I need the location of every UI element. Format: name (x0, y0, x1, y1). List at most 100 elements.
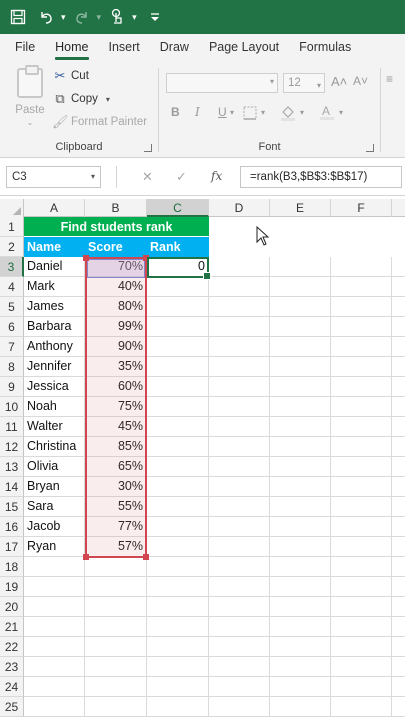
row-header-19[interactable]: 19 (0, 577, 24, 597)
fill-color-dropdown-icon[interactable]: ▾ (300, 108, 304, 117)
student-score-cell[interactable]: 75% (85, 397, 147, 417)
underline-dropdown-icon[interactable]: ▾ (230, 108, 234, 117)
column-header-e[interactable]: E (270, 199, 331, 217)
empty-cell[interactable] (331, 477, 392, 497)
empty-cell[interactable] (331, 677, 392, 697)
student-score-cell[interactable]: 60% (85, 377, 147, 397)
empty-cell[interactable] (24, 697, 85, 717)
student-name-cell[interactable]: Ryan (24, 537, 85, 557)
student-name-cell[interactable]: Mark (24, 277, 85, 297)
empty-cell[interactable] (392, 697, 405, 717)
row-header-21[interactable]: 21 (0, 617, 24, 637)
empty-cell[interactable] (331, 497, 392, 517)
empty-cell[interactable] (392, 417, 405, 437)
empty-cell[interactable] (331, 397, 392, 417)
empty-cell[interactable] (209, 297, 270, 317)
empty-cell[interactable] (209, 477, 270, 497)
empty-cell[interactable] (331, 317, 392, 337)
row-header-20[interactable]: 20 (0, 597, 24, 617)
empty-cell[interactable] (85, 597, 147, 617)
empty-cell[interactable] (392, 537, 405, 557)
empty-cell[interactable] (270, 457, 331, 477)
student-name-cell[interactable]: Daniel (24, 257, 85, 277)
row-header-10[interactable]: 10 (0, 397, 24, 417)
student-name-cell[interactable]: Jessica (24, 377, 85, 397)
student-rank-cell[interactable] (147, 277, 209, 297)
student-score-cell[interactable]: 30% (85, 477, 147, 497)
student-score-cell[interactable]: 99% (85, 317, 147, 337)
empty-cell[interactable] (209, 537, 270, 557)
student-rank-cell[interactable] (147, 417, 209, 437)
row-header-15[interactable]: 15 (0, 497, 24, 517)
row-header-12[interactable]: 12 (0, 437, 24, 457)
empty-cell[interactable] (392, 617, 405, 637)
empty-cell[interactable] (270, 297, 331, 317)
borders-button[interactable] (243, 106, 258, 123)
empty-cell[interactable] (270, 617, 331, 637)
student-rank-cell[interactable] (147, 297, 209, 317)
empty-cell[interactable] (209, 377, 270, 397)
alignment-icon[interactable]: ≡ (386, 72, 393, 86)
empty-cell[interactable] (270, 697, 331, 717)
student-score-cell[interactable]: 85% (85, 437, 147, 457)
font-color-button[interactable]: A (319, 104, 335, 124)
empty-cell[interactable] (392, 637, 405, 657)
empty-cell[interactable] (147, 697, 209, 717)
student-rank-cell[interactable] (147, 497, 209, 517)
empty-cell[interactable] (147, 637, 209, 657)
student-score-cell[interactable]: 55% (85, 497, 147, 517)
row-header-22[interactable]: 22 (0, 637, 24, 657)
student-name-cell[interactable]: Jennifer (24, 357, 85, 377)
student-name-cell[interactable]: Noah (24, 397, 85, 417)
row-header-1[interactable]: 1 (0, 217, 24, 237)
customize-icon[interactable] (149, 5, 161, 29)
student-score-cell[interactable]: 80% (85, 297, 147, 317)
empty-cell[interactable] (331, 577, 392, 597)
grow-font-button[interactable]: A˄ (331, 74, 347, 89)
empty-cell[interactable] (209, 437, 270, 457)
student-score-cell[interactable]: 70% (85, 257, 147, 277)
empty-cell[interactable] (270, 257, 331, 277)
student-rank-cell[interactable] (147, 437, 209, 457)
student-name-cell[interactable]: Jacob (24, 517, 85, 537)
tab-draw[interactable]: Draw (150, 34, 199, 62)
empty-cell[interactable] (85, 557, 147, 577)
empty-cell[interactable] (331, 557, 392, 577)
touch-mode-icon[interactable] (109, 5, 125, 29)
empty-cell[interactable] (392, 277, 405, 297)
empty-cell[interactable] (209, 497, 270, 517)
student-score-cell[interactable]: 77% (85, 517, 147, 537)
empty-cell[interactable] (209, 557, 270, 577)
empty-cell[interactable] (270, 677, 331, 697)
copy-button[interactable]: ⧉ Copy ▾ (52, 91, 110, 107)
empty-cell[interactable] (209, 257, 270, 277)
empty-cell[interactable] (392, 397, 405, 417)
empty-cell[interactable] (270, 597, 331, 617)
row-header-4[interactable]: 4 (0, 277, 24, 297)
touch-mode-dropdown-icon[interactable]: ▾ (132, 12, 137, 23)
empty-cell[interactable] (392, 577, 405, 597)
empty-cell[interactable] (331, 257, 392, 277)
clipboard-launcher-icon[interactable] (144, 144, 152, 152)
empty-cell[interactable] (147, 557, 209, 577)
row-header-24[interactable]: 24 (0, 677, 24, 697)
row-header-25[interactable]: 25 (0, 697, 24, 717)
empty-cell[interactable] (270, 477, 331, 497)
empty-cell[interactable] (392, 437, 405, 457)
worksheet-grid[interactable]: A B C D E F 1 2 3 4 5 6 7 8 9 10 11 12 13 14 15 16 17 18 1… (0, 199, 405, 720)
empty-cell[interactable] (209, 357, 270, 377)
row-header-8[interactable]: 8 (0, 357, 24, 377)
save-icon[interactable] (10, 5, 26, 29)
shrink-font-button[interactable]: A˅ (353, 74, 368, 88)
empty-cell[interactable] (331, 277, 392, 297)
paste-dropdown-icon[interactable]: ⌄ (10, 118, 50, 127)
column-header-f[interactable]: F (331, 199, 392, 217)
header-cell-score[interactable]: Score (85, 237, 147, 257)
empty-cell[interactable] (392, 297, 405, 317)
undo-dropdown-icon[interactable]: ▾ (61, 12, 66, 23)
font-launcher-icon[interactable] (366, 144, 374, 152)
row-header-7[interactable]: 7 (0, 337, 24, 357)
empty-cell[interactable] (209, 577, 270, 597)
student-rank-cell[interactable] (147, 537, 209, 557)
empty-cell[interactable] (392, 597, 405, 617)
